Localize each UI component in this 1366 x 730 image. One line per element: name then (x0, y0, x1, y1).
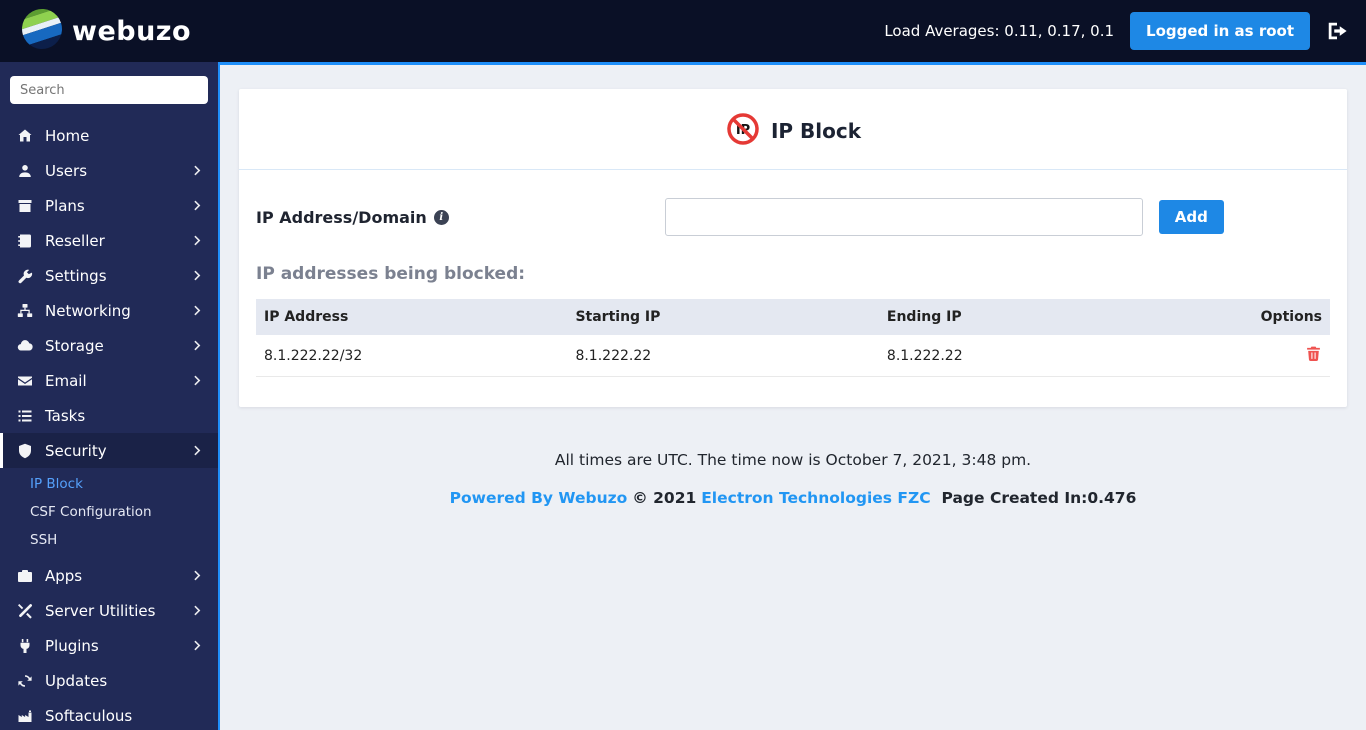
sidebar-item-security[interactable]: Security (0, 433, 218, 468)
ip-block-card: IP IP Block IP Address/Domain i Add IP a… (239, 89, 1347, 407)
sidebar-item-label: Plugins (45, 636, 99, 655)
add-button[interactable]: Add (1158, 200, 1224, 234)
ip-block-ban-icon: IP (725, 111, 761, 151)
sidebar-item-label: Networking (45, 301, 131, 320)
sidebar-item-reseller[interactable]: Reseller (0, 223, 218, 258)
sidebar-item-plugins[interactable]: Plugins (0, 628, 218, 663)
sidebar-item-tasks[interactable]: Tasks (0, 398, 218, 433)
sidebar-item-apps[interactable]: Apps (0, 558, 218, 593)
submenu-item-ip-block[interactable]: IP Block (0, 470, 218, 498)
webuzo-logo-icon (16, 3, 68, 55)
sidebar-item-label: Tasks (45, 406, 86, 425)
sidebar-item-label: Settings (45, 266, 107, 285)
tools-icon (16, 603, 34, 619)
footer-credits: Powered By Webuzo © 2021 Electron Techno… (220, 489, 1366, 507)
delete-ip-trash-icon[interactable] (1305, 345, 1322, 362)
ip-address-domain-text: IP Address/Domain (256, 207, 427, 227)
chevron-right-icon (191, 269, 204, 282)
cell-starting-ip: 8.1.222.22 (567, 335, 879, 377)
user-icon (16, 163, 34, 179)
sidebar-item-label: Updates (45, 671, 108, 690)
sidebar-item-softaculous[interactable]: Softaculous (0, 698, 218, 730)
sidebar-item-email[interactable]: Email (0, 363, 218, 398)
main-content: IP IP Block IP Address/Domain i Add IP a… (220, 62, 1366, 730)
sidebar-item-server-utilities[interactable]: Server Utilities (0, 593, 218, 628)
wrench-icon (16, 268, 34, 284)
sidebar: Home Users Plans Reseller Settings (0, 62, 220, 730)
col-header-options: Options (1222, 299, 1330, 335)
chevron-right-icon (191, 199, 204, 212)
copyright-text: © 2021 (632, 489, 697, 507)
powered-by-webuzo-link[interactable]: Powered By Webuzo (450, 489, 628, 507)
card-header: IP IP Block (239, 89, 1347, 170)
sidebar-item-label: Email (45, 371, 87, 390)
chevron-right-icon (191, 569, 204, 582)
plug-icon (16, 638, 34, 654)
sidebar-item-storage[interactable]: Storage (0, 328, 218, 363)
sidebar-item-label: Security (45, 441, 107, 460)
blocked-ips-table: IP Address Starting IP Ending IP Options… (256, 299, 1330, 377)
chevron-right-icon (191, 304, 204, 317)
cell-ending-ip: 8.1.222.22 (878, 335, 1223, 377)
time-note: All times are UTC. The time now is Octob… (554, 451, 1032, 469)
ip-form-row: IP Address/Domain i Add (239, 170, 1347, 236)
table-header-row: IP Address Starting IP Ending IP Options (256, 299, 1330, 335)
chevron-right-icon (191, 339, 204, 352)
reseller-icon (16, 233, 34, 249)
envelope-icon (16, 373, 34, 389)
chevron-right-icon (191, 604, 204, 617)
sidebar-item-label: Server Utilities (45, 601, 156, 620)
submenu-item-ssh[interactable]: SSH (0, 526, 218, 554)
sitemap-icon (16, 303, 34, 319)
ip-address-domain-label: IP Address/Domain i (256, 208, 449, 227)
sidebar-item-label: Softaculous (45, 706, 133, 725)
sidebar-item-label: Users (45, 161, 88, 180)
logged-in-as-root-button[interactable]: Logged in as root (1130, 12, 1310, 50)
page-created-text: Page Created In:0.476 (941, 489, 1137, 507)
sidebar-item-networking[interactable]: Networking (0, 293, 218, 328)
chevron-right-icon (191, 234, 204, 247)
sidebar-item-updates[interactable]: Updates (0, 663, 218, 698)
sync-icon (16, 673, 34, 689)
col-header-starting-ip: Starting IP (567, 299, 879, 335)
load-averages: Load Averages: 0.11, 0.17, 0.1 (884, 22, 1115, 40)
logout-icon[interactable] (1326, 20, 1348, 42)
briefcase-icon (16, 568, 34, 584)
sidebar-item-users[interactable]: Users (0, 153, 218, 188)
sidebar-item-label: Reseller (45, 231, 105, 250)
list-icon (16, 408, 34, 424)
plans-icon (16, 198, 34, 214)
sidebar-item-label: Apps (45, 566, 83, 585)
page-title: IP Block (770, 119, 862, 143)
home-icon (16, 128, 34, 144)
webuzo-logo[interactable]: webuzo (16, 3, 192, 55)
cell-ip-address: 8.1.222.22/32 (256, 335, 568, 377)
chevron-right-icon (191, 164, 204, 177)
shield-icon (16, 443, 34, 459)
submenu-item-csf-configuration[interactable]: CSF Configuration (0, 498, 218, 526)
table-row: 8.1.222.22/32 8.1.222.22 8.1.222.22 (256, 335, 1330, 377)
sidebar-item-plans[interactable]: Plans (0, 188, 218, 223)
sidebar-item-label: Plans (45, 196, 85, 215)
blocked-list-heading: IP addresses being blocked: (256, 264, 526, 284)
search-input[interactable] (10, 76, 208, 104)
col-header-ip-address: IP Address (256, 299, 568, 335)
topbar: webuzo Load Averages: 0.11, 0.17, 0.1 Lo… (0, 0, 1366, 62)
cloud-icon (16, 338, 34, 354)
softaculous-icon (16, 708, 34, 724)
electron-technologies-link[interactable]: Electron Technologies FZC (701, 489, 930, 507)
ip-address-input[interactable] (664, 198, 1143, 236)
info-icon[interactable]: i (433, 209, 449, 225)
brand-name: webuzo (72, 15, 192, 47)
sidebar-item-settings[interactable]: Settings (0, 258, 218, 293)
sidebar-item-label: Storage (45, 336, 104, 355)
chevron-right-icon (191, 639, 204, 652)
sidebar-item-label: Home (45, 126, 90, 145)
chevron-right-icon (191, 444, 204, 457)
chevron-right-icon (191, 374, 204, 387)
security-submenu: IP Block CSF Configuration SSH (0, 470, 218, 554)
sidebar-item-home[interactable]: Home (0, 118, 218, 153)
col-header-ending-ip: Ending IP (878, 299, 1223, 335)
